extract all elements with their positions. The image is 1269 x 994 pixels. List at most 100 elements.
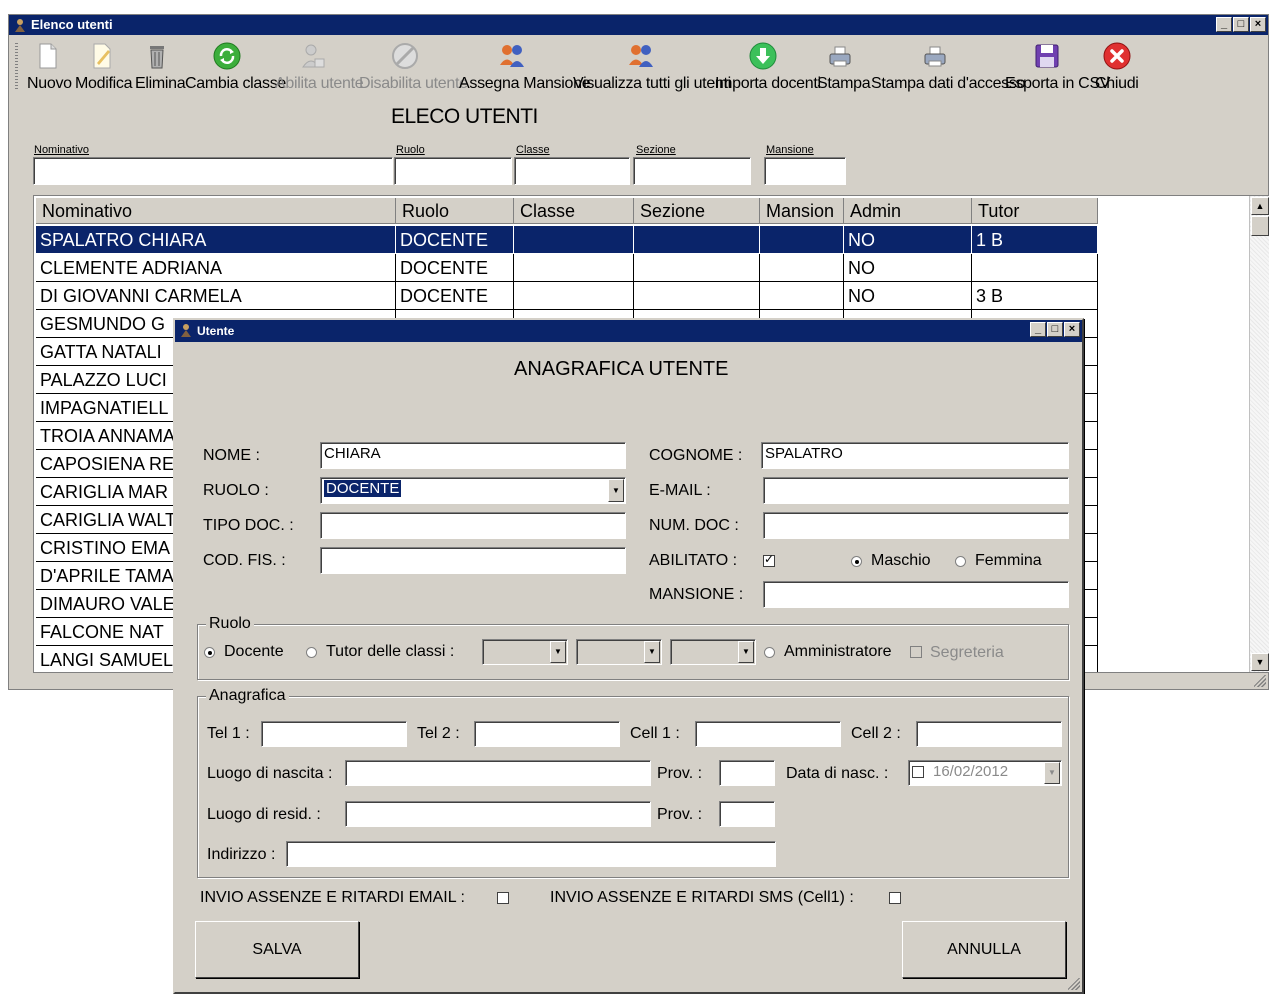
chiudi-button[interactable]: Chiudi bbox=[1095, 41, 1139, 93]
column-header-classe[interactable]: Classe bbox=[514, 198, 634, 224]
cell-classe bbox=[514, 226, 634, 254]
cell-nominativo: DI GIOVANNI CARMELA bbox=[36, 282, 396, 310]
segreteria-checkbox[interactable] bbox=[910, 646, 922, 658]
close-icon[interactable]: × bbox=[1250, 17, 1266, 32]
mansione-input[interactable] bbox=[763, 581, 1069, 608]
mansione-label: MANSIONE : bbox=[649, 586, 744, 603]
data-nasc-checkbox[interactable] bbox=[912, 766, 924, 778]
disabilita-utente-button[interactable]: Disabilita utente bbox=[359, 41, 468, 93]
cell1-label: Cell 1 : bbox=[630, 725, 680, 742]
tipo-doc-input[interactable] bbox=[320, 512, 626, 539]
anagrafica-group-title: Anagrafica bbox=[206, 687, 289, 705]
abilita-utente-button[interactable]: Abilita utente bbox=[275, 41, 364, 93]
indirizzo-input[interactable] bbox=[286, 841, 776, 867]
column-header-tutor[interactable]: Tutor bbox=[972, 198, 1098, 224]
ruolo-select[interactable]: DOCENTE bbox=[320, 477, 626, 504]
cognome-input[interactable]: SPALATRO bbox=[761, 442, 1069, 469]
filter-sezione-input[interactable] bbox=[633, 157, 751, 185]
tel2-input[interactable] bbox=[474, 721, 620, 747]
salva-button[interactable]: SALVA bbox=[195, 921, 359, 978]
printer-icon bbox=[825, 41, 855, 71]
amministratore-radio[interactable] bbox=[764, 647, 775, 658]
cell-mansione bbox=[760, 226, 844, 254]
tel1-input[interactable] bbox=[261, 721, 407, 747]
anagrafica-group: Anagrafica Tel 1 : Tel 2 : Cell 1 : Cell… bbox=[197, 687, 1069, 878]
prov-nascita-label: Prov. : bbox=[657, 765, 703, 782]
importa-docenti-button[interactable]: Importa docenti bbox=[715, 41, 821, 93]
cod-fis-input[interactable] bbox=[320, 547, 626, 574]
maximize-icon[interactable]: □ bbox=[1047, 322, 1063, 337]
minimize-icon[interactable]: _ bbox=[1216, 17, 1232, 32]
chevron-down-icon[interactable] bbox=[644, 641, 660, 663]
stampa-button[interactable]: Stampa bbox=[817, 41, 871, 93]
calendar-dropdown-icon[interactable] bbox=[1044, 762, 1060, 784]
tutor-classe-select-2[interactable] bbox=[576, 639, 662, 665]
prov-nascita-input[interactable] bbox=[719, 760, 775, 786]
cell-sezione bbox=[634, 282, 760, 310]
new-document-icon bbox=[32, 41, 62, 71]
scroll-down-icon[interactable]: ▼ bbox=[1251, 653, 1269, 671]
resize-grip[interactable] bbox=[1068, 978, 1080, 990]
femmina-radio[interactable] bbox=[955, 556, 966, 567]
data-nasc-picker[interactable]: 16/02/2012 bbox=[908, 760, 1062, 786]
scroll-up-icon[interactable]: ▲ bbox=[1251, 197, 1269, 215]
cell1-input[interactable] bbox=[695, 721, 841, 747]
maximize-icon[interactable]: □ bbox=[1233, 17, 1249, 32]
close-circle-icon bbox=[1102, 41, 1132, 71]
filter-ruolo-input[interactable] bbox=[394, 157, 512, 185]
assegna-mansione-button[interactable]: Assegna Mansione bbox=[459, 41, 591, 93]
filter-classe-input[interactable] bbox=[514, 157, 630, 185]
visualizza-tutti-button[interactable]: Visualizza tutti gli utenti bbox=[573, 41, 731, 93]
close-icon[interactable]: × bbox=[1064, 322, 1080, 337]
column-header-sezione[interactable]: Sezione bbox=[634, 198, 760, 224]
chevron-down-icon[interactable] bbox=[608, 479, 624, 502]
toolbar: Nuovo Modifica Elimina Cambia classe Abi bbox=[11, 37, 1268, 95]
invio-email-label: INVIO ASSENZE E RITARDI EMAIL : bbox=[200, 889, 465, 906]
dialog-titlebar[interactable]: Utente _ □ × bbox=[175, 320, 1082, 342]
column-header-admin[interactable]: Admin bbox=[844, 198, 972, 224]
num-doc-input[interactable] bbox=[763, 512, 1069, 539]
column-header-ruolo[interactable]: Ruolo bbox=[396, 198, 514, 224]
ruolo-label: RUOLO : bbox=[203, 482, 269, 499]
nuovo-button[interactable]: Nuovo bbox=[27, 41, 72, 93]
chevron-down-icon[interactable] bbox=[738, 641, 754, 663]
abilitato-checkbox[interactable] bbox=[763, 552, 775, 567]
cell-sezione bbox=[634, 226, 760, 254]
disable-icon bbox=[390, 41, 420, 71]
filter-nominativo-input[interactable] bbox=[33, 157, 393, 185]
annulla-button[interactable]: ANNULLA bbox=[902, 921, 1066, 978]
cell2-input[interactable] bbox=[916, 721, 1062, 747]
prov-resid-input[interactable] bbox=[719, 801, 775, 827]
cambia-classe-button[interactable]: Cambia classe bbox=[185, 41, 286, 93]
resize-grip[interactable] bbox=[1254, 675, 1266, 687]
docente-radio[interactable] bbox=[204, 647, 215, 658]
minimize-icon[interactable]: _ bbox=[1030, 322, 1046, 337]
vertical-scrollbar[interactable]: ▲ ▼ bbox=[1249, 196, 1269, 672]
invio-sms-checkbox[interactable] bbox=[889, 892, 901, 904]
maschio-radio[interactable] bbox=[851, 556, 862, 567]
chevron-down-icon[interactable] bbox=[550, 641, 566, 663]
tutor-classe-select-1[interactable] bbox=[482, 639, 568, 665]
filter-mansione-input[interactable] bbox=[764, 157, 846, 185]
tutor-radio[interactable] bbox=[306, 647, 317, 658]
dialog-title: Utente bbox=[197, 324, 235, 338]
main-titlebar[interactable]: Elenco utenti _ □ × bbox=[9, 15, 1268, 35]
scroll-thumb[interactable] bbox=[1251, 216, 1269, 236]
table-row[interactable]: SPALATRO CHIARA DOCENTE NO 1 B bbox=[36, 226, 1098, 254]
luogo-nascita-input[interactable] bbox=[345, 760, 651, 786]
tutor-classe-select-3[interactable] bbox=[670, 639, 756, 665]
column-header-nominativo[interactable]: Nominativo bbox=[36, 198, 396, 224]
toolbar-grip[interactable] bbox=[15, 43, 18, 89]
email-input[interactable] bbox=[763, 477, 1069, 504]
stampa-dati-button[interactable]: Stampa dati d'accesso bbox=[871, 41, 1025, 93]
invio-email-checkbox[interactable] bbox=[497, 892, 509, 904]
esporta-csv-button[interactable]: Esporta in CSV bbox=[1005, 41, 1110, 93]
table-row[interactable]: CLEMENTE ADRIANA DOCENTE NO bbox=[36, 254, 1098, 282]
cell-nominativo: SPALATRO CHIARA bbox=[36, 226, 396, 254]
table-row[interactable]: DI GIOVANNI CARMELA DOCENTE NO 3 B bbox=[36, 282, 1098, 310]
luogo-resid-input[interactable] bbox=[345, 801, 651, 827]
modifica-button[interactable]: Modifica bbox=[75, 41, 132, 93]
nome-input[interactable]: CHIARA bbox=[320, 442, 626, 469]
elimina-button[interactable]: Elimina bbox=[135, 41, 186, 93]
column-header-mansione[interactable]: Mansion bbox=[760, 198, 844, 224]
